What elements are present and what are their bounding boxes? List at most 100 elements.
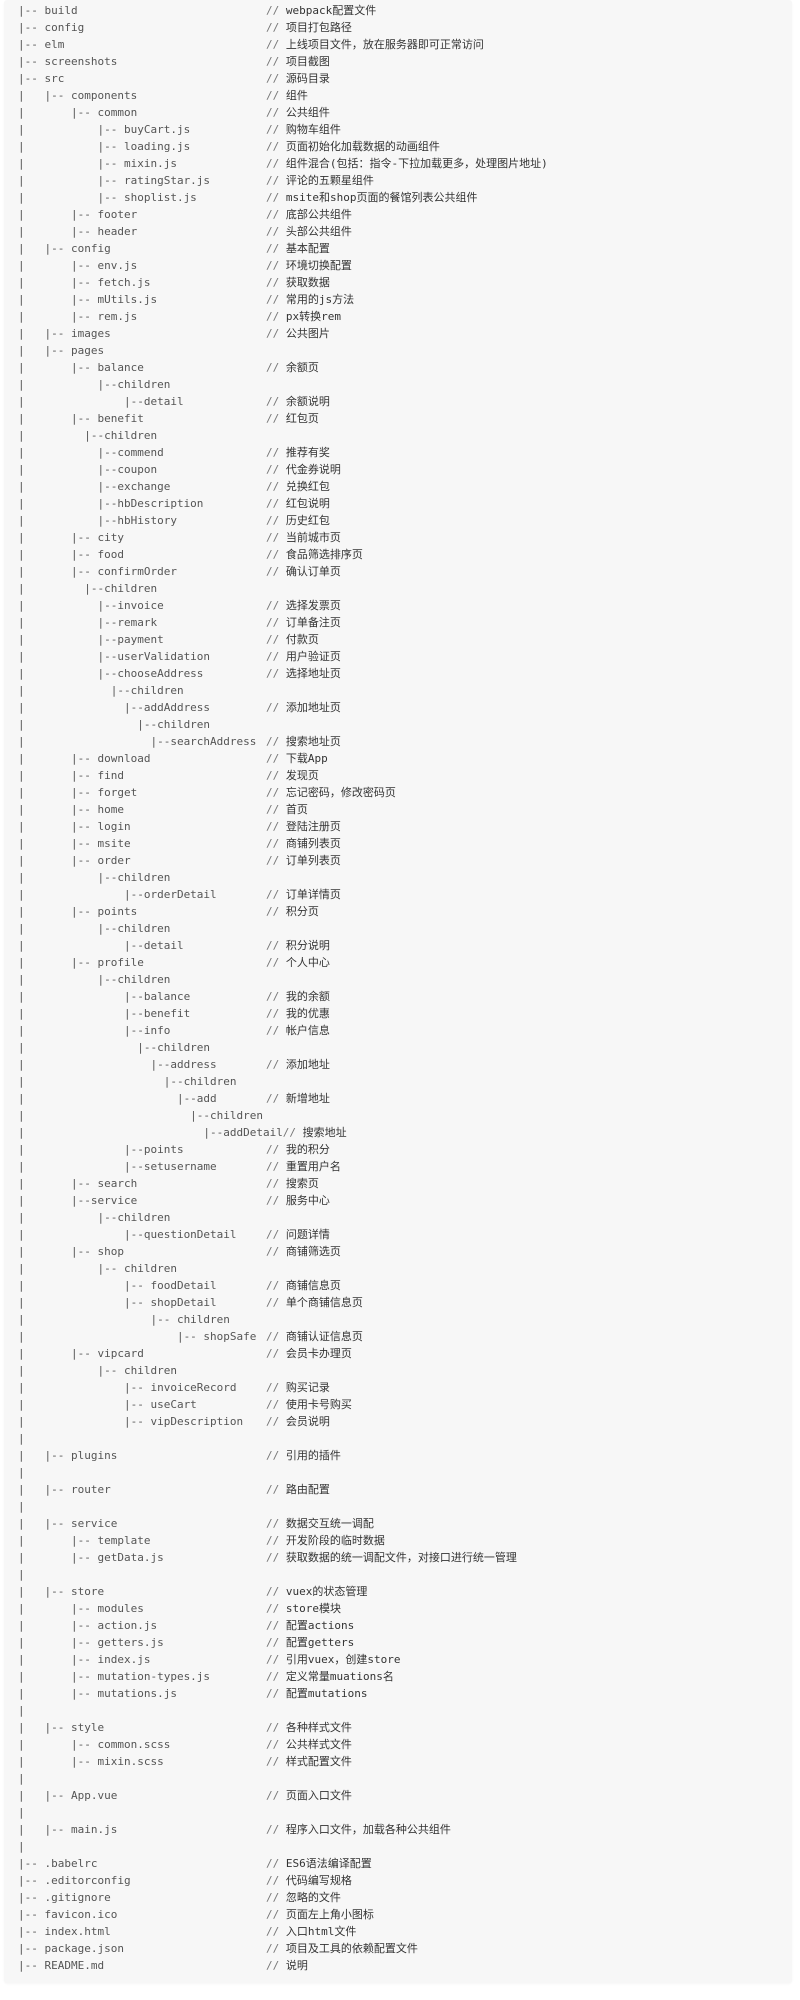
- comment-slashes: //: [266, 327, 280, 340]
- tree-comment: // 当前城市页: [266, 529, 341, 546]
- tree-comment: // 会员卡办理页: [266, 1345, 352, 1362]
- comment-text: 源码目录: [285, 72, 330, 85]
- comment-text: 页面初始化加载数据的动画组件: [285, 140, 440, 153]
- comment-slashes: //: [266, 361, 280, 374]
- comment-slashes: //: [266, 905, 280, 918]
- comment-text: 样式配置文件: [285, 1755, 352, 1768]
- comment-slashes: //: [266, 990, 280, 1003]
- comment-slashes: //: [266, 1296, 280, 1309]
- comment-text: 公共组件: [285, 106, 330, 119]
- comment-text: 单个商铺信息页: [285, 1296, 363, 1309]
- tree-comment: // 基本配置: [266, 240, 330, 257]
- tree-path: |: [18, 1568, 25, 1581]
- tree-path: |-- .gitignore: [18, 1891, 111, 1904]
- tree-path: | |-- ratingStar.js: [18, 174, 211, 187]
- tree-path: |-- .editorconfig: [18, 1874, 131, 1887]
- comment-slashes: //: [266, 412, 280, 425]
- comment-slashes: //: [266, 446, 280, 459]
- tree-path: | |--balance: [18, 990, 191, 1003]
- tree-comment: // 红包页: [266, 410, 319, 427]
- tree-path: | |--coupon: [18, 463, 158, 476]
- tree-comment: // 商铺列表页: [266, 835, 341, 852]
- comment-text: 付款页: [285, 633, 319, 646]
- comment-text: 配置getters: [285, 1636, 355, 1649]
- comment-text: 订单列表页: [285, 854, 341, 867]
- tree-comment: // 源码目录: [266, 70, 330, 87]
- comment-slashes: //: [266, 157, 280, 170]
- tree-path: | |--children: [18, 378, 171, 391]
- tree-comment: // 数据交互统一调配: [266, 1515, 374, 1532]
- comment-text: 余额页: [285, 361, 319, 374]
- comment-text: 上线项目文件，放在服务器即可正常访问: [285, 38, 484, 51]
- tree-comment: // 购物车组件: [266, 121, 341, 138]
- comment-text: 引用vuex，创建store: [285, 1653, 401, 1666]
- tree-path: |: [18, 1500, 25, 1513]
- comment-text: 搜索地址: [302, 1126, 347, 1139]
- comment-text: 路由配置: [285, 1483, 330, 1496]
- comment-slashes: //: [266, 1619, 280, 1632]
- tree-path: | |--add: [18, 1092, 217, 1105]
- tree-comment: // 入口html文件: [266, 1923, 356, 1940]
- tree-comment: // 公共图片: [266, 325, 330, 342]
- comment-slashes: //: [266, 650, 280, 663]
- comment-text: 项目打包路径: [285, 21, 352, 34]
- comment-slashes: //: [266, 1483, 280, 1496]
- comment-slashes: //: [266, 531, 280, 544]
- comment-slashes: //: [266, 803, 280, 816]
- comment-text: 下载App: [285, 752, 328, 765]
- tree-path: | |-- forget: [18, 786, 138, 799]
- comment-slashes: //: [266, 106, 280, 119]
- tree-path: | |-- router: [18, 1483, 111, 1496]
- tree-path: | |-- rem.js: [18, 310, 138, 323]
- comment-text: 获取数据: [285, 276, 330, 289]
- tree-path: | |--searchAddress: [18, 735, 257, 748]
- tree-comment: // webpack配置文件: [266, 2, 376, 19]
- comment-slashes: //: [266, 1534, 280, 1547]
- tree-path: | |--invoice: [18, 599, 164, 612]
- comment-slashes: //: [266, 820, 280, 833]
- tree-path: | |--points: [18, 1143, 184, 1156]
- tree-path: | |--questionDetail: [18, 1228, 237, 1241]
- tree-path: |-- elm: [18, 38, 65, 51]
- tree-comment: // 代金券说明: [266, 461, 341, 478]
- comment-slashes: //: [266, 1415, 280, 1428]
- comment-text: 常用的js方法: [285, 293, 355, 306]
- tree-path: | |-- buyCart.js: [18, 123, 191, 136]
- comment-slashes: //: [266, 1058, 280, 1071]
- comment-slashes: //: [266, 55, 280, 68]
- tree-comment: // 路由配置: [266, 1481, 330, 1498]
- comment-slashes: //: [266, 1092, 280, 1105]
- tree-path: | |-- invoiceRecord: [18, 1381, 237, 1394]
- comment-slashes: //: [266, 1194, 280, 1207]
- tree-comment: // 确认订单页: [266, 563, 341, 580]
- comment-text: 搜索地址页: [285, 735, 341, 748]
- tree-path: | |-- action.js: [18, 1619, 158, 1632]
- tree-path: |-- index.html: [18, 1925, 111, 1938]
- comment-text: 选择地址页: [285, 667, 341, 680]
- comment-text: 数据交互统一调配: [285, 1517, 374, 1530]
- comment-text: webpack配置文件: [285, 4, 377, 17]
- tree-path: | |--children: [18, 871, 171, 884]
- tree-comment: // ES6语法编译配置: [266, 1855, 372, 1872]
- comment-text: 我的余额: [285, 990, 330, 1003]
- tree-path: | |--orderDetail: [18, 888, 217, 901]
- comment-slashes: //: [266, 769, 280, 782]
- tree-comment: // 服务中心: [266, 1192, 330, 1209]
- comment-text: 积分页: [285, 905, 319, 918]
- tree-comment: // 项目及工具的依赖配置文件: [266, 1940, 418, 1957]
- tree-path: | |--benefit: [18, 1007, 191, 1020]
- tree-path: | |-- style: [18, 1721, 105, 1734]
- tree-path: | |-- mutation-types.js: [18, 1670, 211, 1683]
- comment-slashes: //: [266, 259, 280, 272]
- tree-comment: // 各种样式文件: [266, 1719, 352, 1736]
- comment-text: 基本配置: [285, 242, 330, 255]
- comment-slashes: //: [266, 480, 280, 493]
- comment-slashes: //: [266, 310, 280, 323]
- tree-comment: // 上线项目文件，放在服务器即可正常访问: [266, 36, 484, 53]
- tree-comment: // 帐户信息: [266, 1022, 330, 1039]
- comment-text: 代码编写规格: [285, 1874, 352, 1887]
- tree-comment: // 会员说明: [266, 1413, 330, 1430]
- tree-path: | |--detail: [18, 939, 184, 952]
- comment-slashes: //: [266, 174, 280, 187]
- tree-path: | |--children: [18, 718, 211, 731]
